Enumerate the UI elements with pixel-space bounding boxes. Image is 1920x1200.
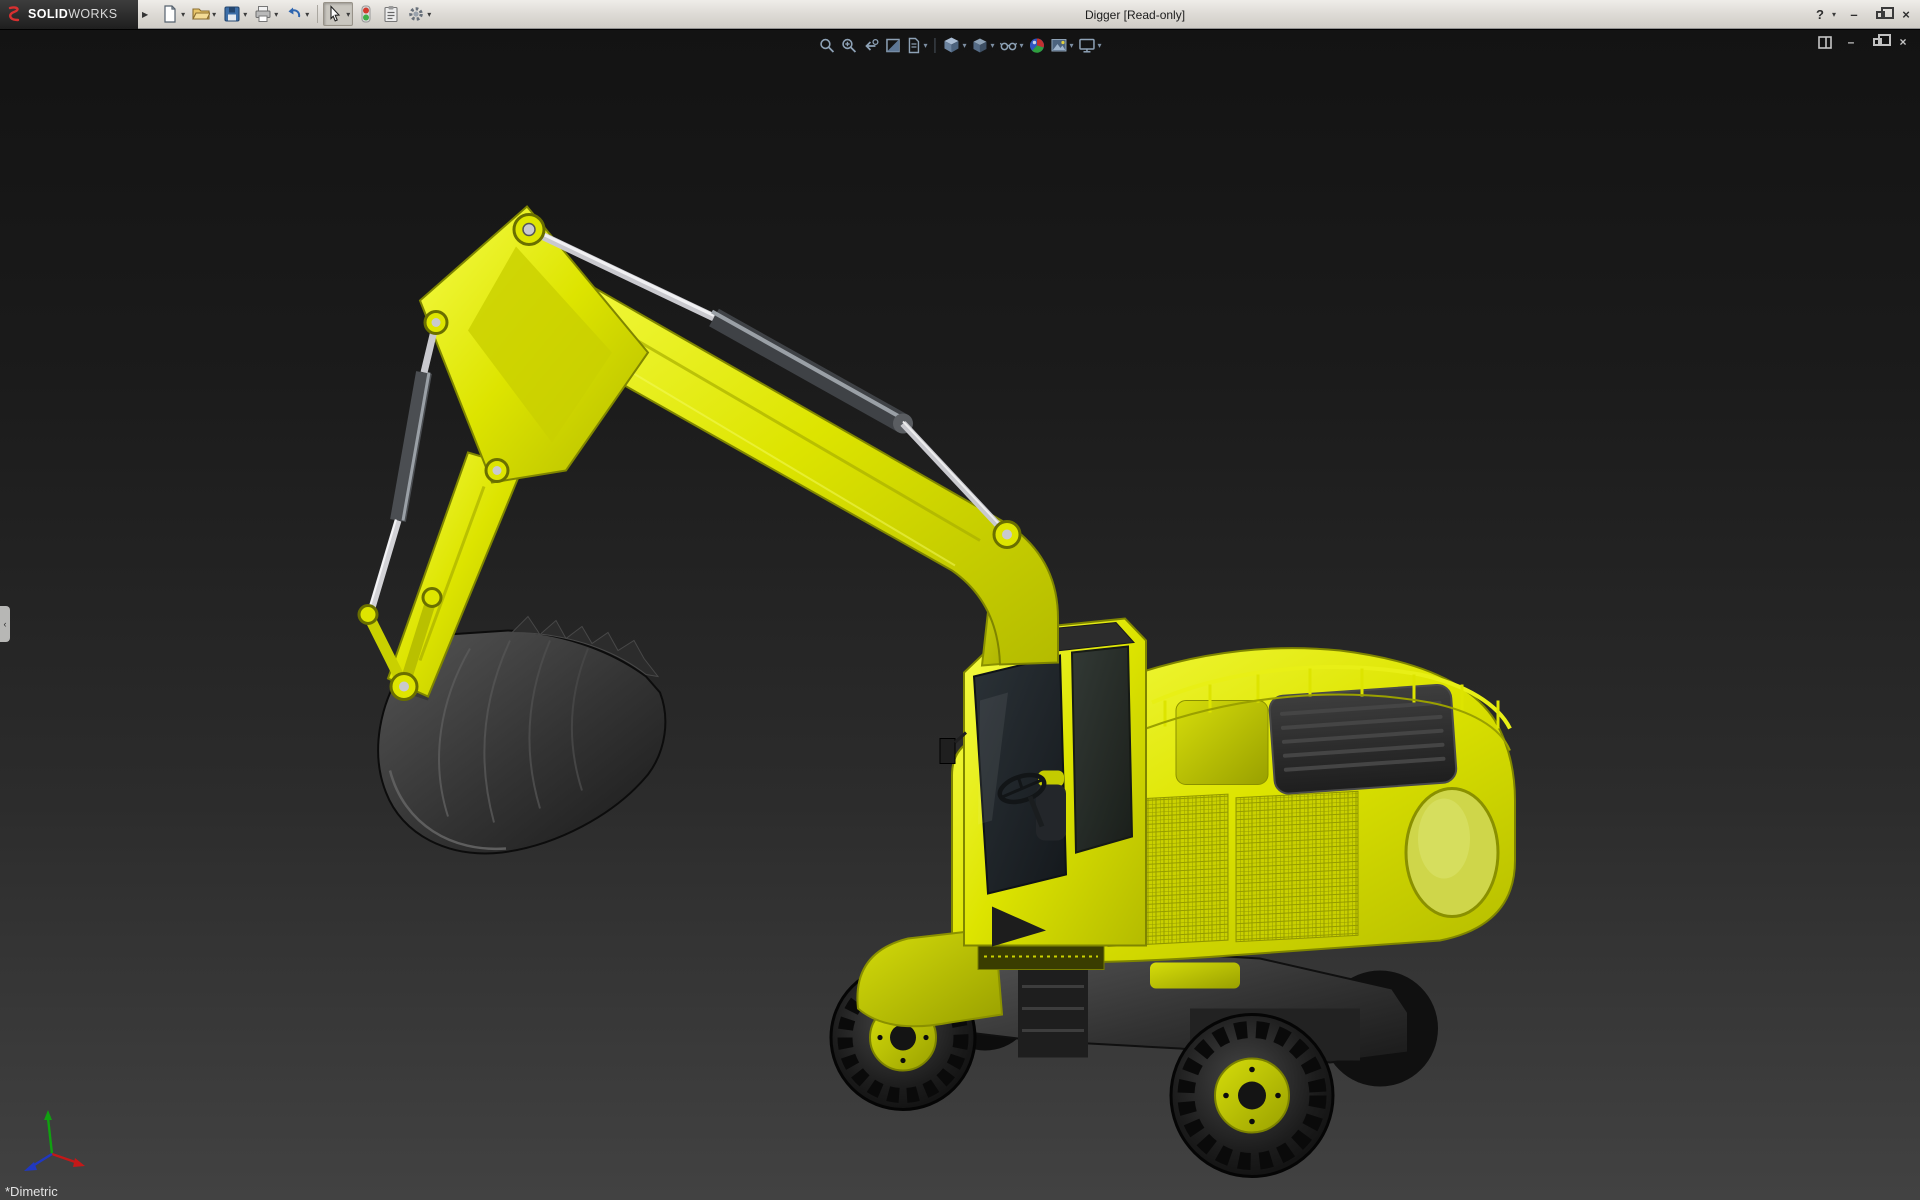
dropdown-icon[interactable]: ▾ [427, 10, 431, 19]
rebuild-button[interactable] [354, 2, 378, 26]
window-controls: ? ▾ – × [1812, 0, 1914, 29]
select-button[interactable]: ▾ [323, 2, 354, 26]
display-style-button[interactable]: ▾ [970, 36, 995, 55]
view-settings-icon [1079, 38, 1095, 53]
edit-appearance-button[interactable] [1028, 36, 1047, 55]
save-icon [224, 6, 240, 22]
zoom-to-area-icon [842, 38, 857, 53]
undo-icon [288, 7, 301, 18]
dropdown-icon[interactable]: ▾ [990, 41, 994, 50]
restore-layout-button[interactable] [1818, 34, 1832, 50]
options-button[interactable]: ▾ [404, 2, 434, 26]
minimize-document-button[interactable]: – [1844, 34, 1858, 50]
dropdown-icon[interactable]: ▾ [212, 10, 216, 19]
minimize-button[interactable]: – [1846, 6, 1862, 24]
menu-expand-icon[interactable]: ▶ [142, 10, 148, 19]
brand-bold: SOLID [28, 7, 69, 21]
apply-scene-icon [1051, 38, 1067, 51]
file-properties-button[interactable] [379, 2, 403, 26]
restore-icon [1875, 6, 1894, 19]
annotations-icon [908, 37, 920, 53]
section-view-icon [886, 38, 900, 52]
dropdown-icon[interactable]: ▾ [243, 10, 247, 19]
dropdown-icon[interactable]: ▾ [962, 41, 966, 50]
undo-button[interactable]: ▾ [282, 2, 312, 26]
file-properties-icon [384, 6, 398, 23]
select-cursor-icon [330, 5, 341, 22]
mirror [939, 738, 956, 764]
new-document-button[interactable]: ▾ [158, 2, 188, 26]
hide-show-items-button[interactable]: ▾ [999, 36, 1025, 55]
dropdown-icon[interactable]: ▾ [274, 10, 278, 19]
zoom-to-fit-button[interactable] [817, 36, 836, 55]
rear-fender [1150, 962, 1240, 989]
hide-show-glasses-icon [999, 42, 1018, 50]
print-icon [255, 6, 271, 22]
restore-icon [1872, 34, 1891, 46]
viewport[interactable]: ▾ ▾ ▾ ▾ ▾ ▾ – × ‹ *Dimetric [0, 30, 1920, 1200]
solidworks-logo-icon [8, 6, 20, 22]
brand-light: WORKS [68, 7, 118, 21]
body[interactable] [856, 647, 1516, 1028]
dropdown-icon[interactable]: ▾ [1020, 41, 1024, 50]
rebuild-traffic-light-icon [361, 5, 371, 23]
side-window [1070, 645, 1134, 854]
view-orientation-button[interactable]: ▾ [941, 35, 967, 55]
zoom-to-area-button[interactable] [839, 36, 858, 55]
document-window-controls: – × [1818, 34, 1910, 50]
excavator-model[interactable] [357, 205, 1516, 1178]
titlebar: SOLIDWORKS ▶ ▾ ▾ ▾ ▾ ▾ ▾ ▾ Digger [Read-… [0, 0, 1920, 29]
close-button[interactable]: × [1898, 6, 1914, 24]
dropdown-icon[interactable]: ▾ [346, 10, 350, 19]
cab[interactable] [939, 617, 1147, 947]
view-orientation-label: *Dimetric [5, 1184, 58, 1199]
model-canvas[interactable] [0, 30, 1920, 1200]
section-view-button[interactable] [883, 36, 902, 55]
dropdown-icon[interactable]: ▾ [181, 10, 185, 19]
rear-wheel[interactable] [1169, 1013, 1335, 1178]
y-axis-arrow [44, 1110, 52, 1120]
solidworks-logo: SOLIDWORKS [0, 0, 138, 29]
print-button[interactable]: ▾ [251, 2, 281, 26]
open-icon [192, 8, 211, 20]
previous-view-icon [865, 38, 879, 51]
view-settings-button[interactable]: ▾ [1078, 36, 1103, 55]
engine-hood [1268, 684, 1458, 795]
brand-text: SOLIDWORKS [28, 7, 117, 21]
open-button[interactable]: ▾ [189, 2, 219, 26]
view-orientation-cube-icon [944, 37, 959, 53]
dropdown-icon[interactable]: ▾ [1098, 41, 1102, 50]
options-gear-icon [409, 7, 424, 21]
apply-scene-button[interactable]: ▾ [1050, 36, 1075, 55]
edit-appearance-ball-icon [1030, 38, 1045, 53]
restore-document-button[interactable] [1870, 34, 1891, 50]
heads-up-toolbar: ▾ ▾ ▾ ▾ ▾ ▾ [817, 35, 1102, 55]
display-style-icon [973, 38, 987, 52]
close-document-button[interactable]: × [1896, 34, 1910, 50]
reference-triad [24, 1110, 85, 1171]
feature-panel-collapse-tab[interactable]: ‹ [0, 606, 10, 642]
toolbar-separator [317, 5, 319, 23]
help-button[interactable]: ? [1812, 6, 1828, 24]
window-title: Digger [Read-only] [1085, 7, 1186, 22]
dropdown-icon[interactable]: ▾ [923, 41, 927, 50]
toolbar-separator [934, 37, 936, 53]
help-dropdown-icon[interactable]: ▾ [1832, 10, 1836, 19]
dropdown-icon[interactable]: ▾ [305, 10, 309, 19]
previous-view-button[interactable] [861, 36, 880, 55]
dropdown-icon[interactable]: ▾ [1070, 41, 1074, 50]
access-steps [1018, 965, 1088, 1058]
new-document-icon [164, 5, 176, 23]
restore-layout-icon [1818, 35, 1832, 49]
save-button[interactable]: ▾ [220, 2, 250, 26]
x-axis-arrow [73, 1158, 85, 1167]
tank [1175, 700, 1269, 785]
zoom-to-fit-icon [820, 38, 835, 53]
annotations-button[interactable]: ▾ [905, 36, 928, 55]
restore-button[interactable] [1872, 6, 1894, 24]
standard-toolbar: ▾ ▾ ▾ ▾ ▾ ▾ ▾ [158, 2, 434, 26]
